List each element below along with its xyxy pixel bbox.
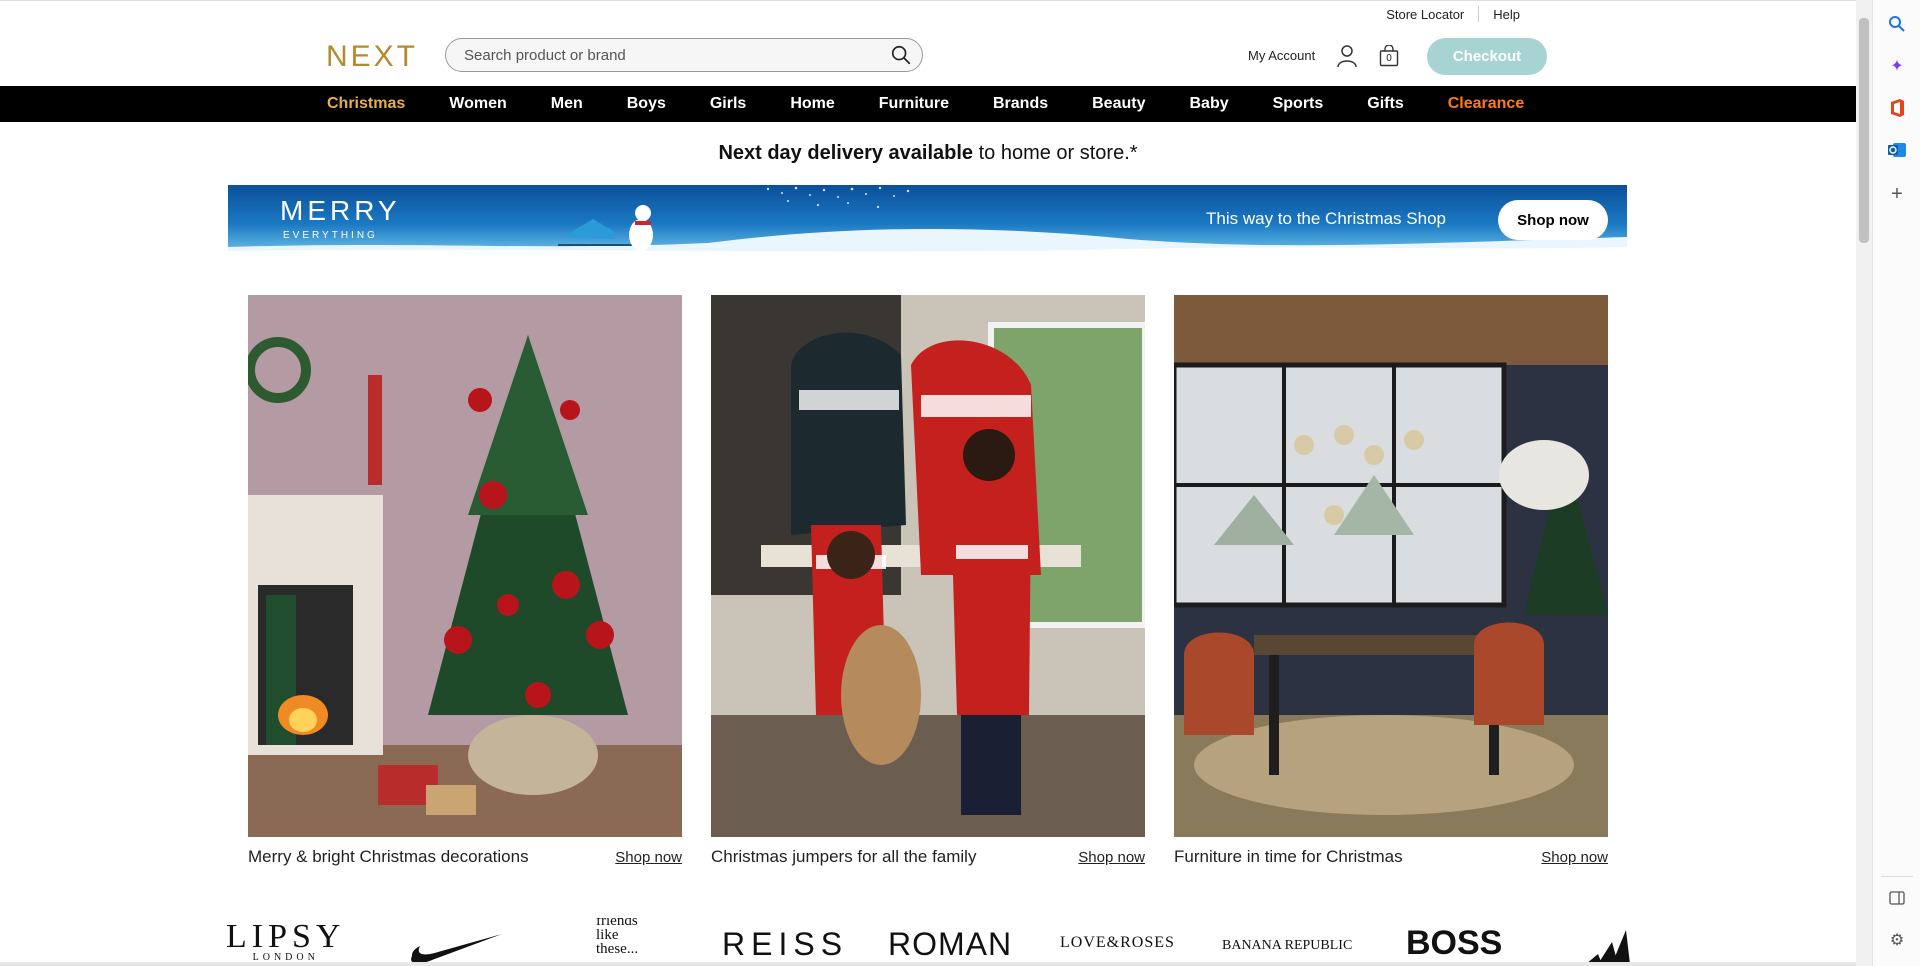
scrollbar-thumb[interactable] xyxy=(1859,18,1869,243)
page: Store Locator Help NEXT My Account 0 Ch xyxy=(0,0,1856,966)
account-icon[interactable] xyxy=(1336,44,1358,68)
nav-item-home[interactable]: Home xyxy=(790,95,834,113)
brand-banana-republic[interactable]: BANANA REPUBLIC xyxy=(1222,938,1352,954)
friends-line-3: these... xyxy=(596,941,639,957)
jumpers-image[interactable] xyxy=(711,295,1145,837)
bear-sleigh-illustration xyxy=(558,205,653,251)
settings-gear-icon[interactable]: ⚙ xyxy=(1885,928,1909,952)
panel-glyph xyxy=(1889,891,1905,905)
nav-item-clearance[interactable]: Clearance xyxy=(1448,95,1525,113)
search-icon[interactable] xyxy=(1885,12,1909,36)
nike-swoosh-logo[interactable] xyxy=(408,930,504,966)
family-jumpers-scene xyxy=(711,295,1145,837)
christmas-banner[interactable]: MERRY EVERYTHING This way to the Christm… xyxy=(228,185,1627,255)
outlook-icon[interactable] xyxy=(1885,138,1909,162)
search-input[interactable] xyxy=(462,46,866,65)
nav-item-men[interactable]: Men xyxy=(551,95,583,113)
lipsy-wordmark: LIPSY xyxy=(226,918,346,955)
office-icon[interactable] xyxy=(1885,96,1909,120)
brand-love-roses[interactable]: LOVE&ROSES xyxy=(1060,934,1175,952)
delivery-bold: Next day delivery available xyxy=(718,142,974,164)
delivery-rest: to home or store.* xyxy=(973,142,1138,164)
nav-item-girls[interactable]: Girls xyxy=(710,95,746,113)
tile-caption: Christmas jumpers for all the family xyxy=(711,847,977,866)
tile-shop-now-link[interactable]: Shop now xyxy=(1541,849,1608,866)
brand-lipsy[interactable]: LIPSY LONDON xyxy=(226,918,345,963)
stars-graphic xyxy=(766,186,910,209)
sidebar-divider xyxy=(1881,876,1913,877)
brand-reiss[interactable]: REISS xyxy=(722,926,848,963)
nav-item-boys[interactable]: Boys xyxy=(627,95,666,113)
banner-merry: MERRY xyxy=(280,195,401,226)
checkout-button[interactable]: Checkout xyxy=(1427,38,1547,75)
nav-item-brands[interactable]: Brands xyxy=(993,95,1048,113)
utility-bar: Store Locator Help xyxy=(0,0,1856,29)
next-logo[interactable]: NEXT xyxy=(326,40,418,74)
brand-friends-like-these[interactable]: friends like these... xyxy=(596,918,639,957)
brand-logos-row: LIPSY LONDON friends like these... REISS… xyxy=(226,918,1630,966)
tile-caption: Merry & bright Christmas decorations xyxy=(248,847,529,866)
decorations-image[interactable] xyxy=(248,295,682,837)
copilot-sparkle-icon[interactable]: ✦ xyxy=(1885,54,1909,78)
delivery-message: Next day delivery available to home or s… xyxy=(0,142,1856,165)
tile-shop-now-link[interactable]: Shop now xyxy=(1078,849,1145,866)
browser-sidebar: ✦ + ⚙ xyxy=(1872,0,1920,966)
tile-shop-now-link[interactable]: Shop now xyxy=(615,849,682,866)
store-locator-link[interactable]: Store Locator xyxy=(1372,7,1478,22)
nav-item-gifts[interactable]: Gifts xyxy=(1367,95,1403,113)
brand-boss[interactable]: BOSS xyxy=(1406,924,1502,963)
nav-item-baby[interactable]: Baby xyxy=(1189,95,1228,113)
brand-roman[interactable]: ROMAN xyxy=(888,926,1012,963)
help-link[interactable]: Help xyxy=(1479,7,1534,22)
banner-everything: EVERYTHING xyxy=(283,230,378,241)
promo-tile-furniture[interactable]: Furniture in time for Christmas Shop now xyxy=(1174,295,1608,866)
sidebar-search-glyph xyxy=(1889,16,1905,32)
promo-tile-decorations[interactable]: Merry & bright Christmas decorations Sho… xyxy=(248,295,682,866)
nav-item-christmas[interactable]: Christmas xyxy=(327,95,405,113)
bag-count: 0 xyxy=(1386,53,1392,64)
christmas-tree-scene xyxy=(248,295,682,837)
my-account-link[interactable]: My Account xyxy=(1248,48,1315,63)
shopping-bag-icon[interactable]: 0 xyxy=(1379,44,1399,67)
banner-tagline: This way to the Christmas Shop xyxy=(1206,209,1446,228)
nav-item-beauty[interactable]: Beauty xyxy=(1092,95,1145,113)
utility-links: Store Locator Help xyxy=(1372,6,1534,22)
outlook-glyph xyxy=(1888,143,1906,157)
nav-item-sports[interactable]: Sports xyxy=(1273,95,1324,113)
nav-item-furniture[interactable]: Furniture xyxy=(879,95,949,113)
sidebar-toggle-icon[interactable] xyxy=(1885,886,1909,910)
dining-room-scene xyxy=(1174,295,1608,837)
banner-shop-now-button[interactable]: Shop now xyxy=(1498,200,1608,240)
furniture-image[interactable] xyxy=(1174,295,1608,837)
promo-tile-jumpers[interactable]: Christmas jumpers for all the family Sho… xyxy=(711,295,1145,866)
add-icon[interactable]: + xyxy=(1885,182,1909,206)
office-glyph xyxy=(1891,99,1904,117)
tile-caption: Furniture in time for Christmas xyxy=(1174,847,1403,866)
nav-item-women[interactable]: Women xyxy=(449,95,506,113)
main-nav: Christmas Women Men Boys Girls Home Furn… xyxy=(0,86,1856,122)
adidas-logo[interactable] xyxy=(1584,924,1630,966)
page-bottom-edge xyxy=(0,962,1856,966)
search-icon[interactable] xyxy=(890,44,912,66)
search-box[interactable] xyxy=(445,38,923,72)
header: NEXT My Account 0 Checkout xyxy=(0,28,1856,86)
friends-line-2: like xyxy=(596,927,619,943)
